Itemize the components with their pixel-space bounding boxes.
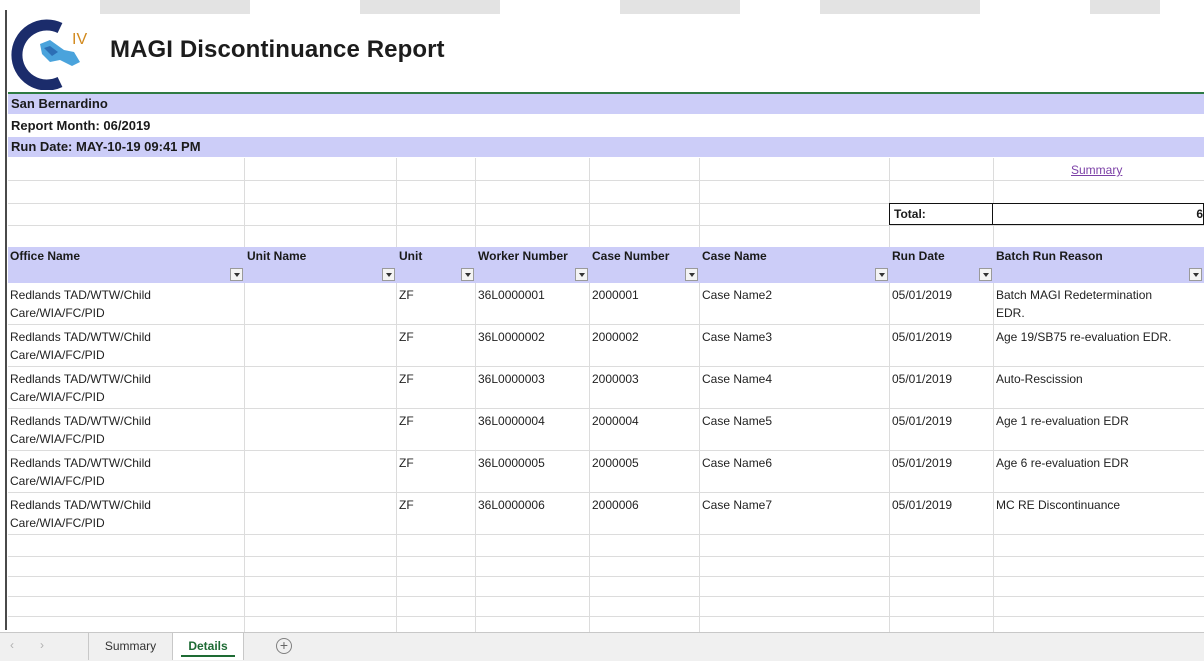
column-header-unit: Unit xyxy=(397,247,476,283)
unit-cell: ZF xyxy=(399,456,414,470)
run-date-cell: 05/01/2019 xyxy=(892,330,953,344)
case-name-cell: Case Name2 xyxy=(702,288,773,302)
case-name-cell: Case Name7 xyxy=(702,498,773,512)
tab-summary[interactable]: Summary xyxy=(88,633,172,660)
total-box: Total: 6 xyxy=(889,203,1204,225)
case-number-cell: 2000003 xyxy=(592,372,639,386)
office-name-cell: Redlands TAD/WTW/Child Care/WIA/FC/PID xyxy=(10,414,151,446)
case-number-cell: 2000002 xyxy=(592,330,639,344)
filter-dropdown-icon[interactable] xyxy=(1189,268,1202,281)
tab-details[interactable]: Details xyxy=(172,633,244,660)
unit-cell: ZF xyxy=(399,372,414,386)
worker-number-cell: 36L0000003 xyxy=(478,372,545,386)
page-title: MAGI Discontinuance Report xyxy=(110,36,445,63)
filter-dropdown-icon[interactable] xyxy=(979,268,992,281)
report-month: Report Month: 06/2019 xyxy=(11,118,151,133)
logo-text: IV xyxy=(72,31,87,48)
run-date-cell: 05/01/2019 xyxy=(892,498,953,512)
next-sheet-icon[interactable]: › xyxy=(40,638,44,652)
case-name-cell: Case Name5 xyxy=(702,414,773,428)
column-header-case-number: Case Number xyxy=(590,247,700,283)
run-date-cell: 05/01/2019 xyxy=(892,372,953,386)
filter-dropdown-icon[interactable] xyxy=(230,268,243,281)
worker-number-cell: 36L0000004 xyxy=(478,414,545,428)
office-name-cell: Redlands TAD/WTW/Child Care/WIA/FC/PID xyxy=(10,498,151,530)
worker-number-cell: 36L0000001 xyxy=(478,288,545,302)
column-header-case-name: Case Name xyxy=(700,247,890,283)
case-name-cell: Case Name3 xyxy=(702,330,773,344)
filter-dropdown-icon[interactable] xyxy=(461,268,474,281)
case-number-cell: 2000005 xyxy=(592,456,639,470)
filter-dropdown-icon[interactable] xyxy=(685,268,698,281)
table-row[interactable]: Redlands TAD/WTW/Child Care/WIA/FC/PID ZF… xyxy=(8,494,1204,536)
column-header-unit-name: Unit Name xyxy=(245,247,397,283)
table-row[interactable]: Redlands TAD/WTW/Child Care/WIA/FC/PID ZF… xyxy=(8,410,1204,452)
prev-sheet-icon[interactable]: ‹ xyxy=(10,638,14,652)
filter-dropdown-icon[interactable] xyxy=(875,268,888,281)
worker-number-cell: 36L0000005 xyxy=(478,456,545,470)
case-number-cell: 2000006 xyxy=(592,498,639,512)
total-label: Total: xyxy=(894,207,926,221)
unit-cell: ZF xyxy=(399,288,414,302)
filter-dropdown-icon[interactable] xyxy=(575,268,588,281)
run-date-cell: 05/01/2019 xyxy=(892,288,953,302)
column-header-batch-run-reason: Batch Run Reason xyxy=(994,247,1204,283)
office-name-cell: Redlands TAD/WTW/Child Care/WIA/FC/PID xyxy=(10,330,151,362)
office-name-cell: Redlands TAD/WTW/Child Care/WIA/FC/PID xyxy=(10,372,151,404)
run-date-cell: 05/01/2019 xyxy=(892,414,953,428)
batch-run-reason-cell: Batch MAGI Redetermination EDR. xyxy=(996,288,1153,320)
unit-cell: ZF xyxy=(399,498,414,512)
run-date-bar: Run Date: MAY-10-19 09:41 PM xyxy=(8,137,1204,157)
worker-number-cell: 36L0000002 xyxy=(478,330,545,344)
add-sheet-icon[interactable]: + xyxy=(276,638,292,654)
case-number-cell: 2000001 xyxy=(592,288,639,302)
unit-cell: ZF xyxy=(399,414,414,428)
unit-cell: ZF xyxy=(399,330,414,344)
civ-logo-icon: IV xyxy=(11,19,87,90)
batch-run-reason-cell: Age 6 re-evaluation EDR xyxy=(996,456,1129,470)
office-name-cell: Redlands TAD/WTW/Child Care/WIA/FC/PID xyxy=(10,288,151,320)
table-row[interactable]: Redlands TAD/WTW/Child Care/WIA/FC/PID ZF… xyxy=(8,284,1204,326)
case-number-cell: 2000004 xyxy=(592,414,639,428)
column-header-worker-number: Worker Number xyxy=(476,247,590,283)
run-date-cell: 05/01/2019 xyxy=(892,456,953,470)
sheet-tab-bar: ‹ › Summary Details + xyxy=(0,632,1204,661)
county-bar: San Bernardino xyxy=(8,94,1204,114)
summary-link[interactable]: Summary xyxy=(1071,163,1122,177)
batch-run-reason-cell: Age 19/SB75 re-evaluation EDR. xyxy=(996,330,1172,344)
table-row[interactable]: Redlands TAD/WTW/Child Care/WIA/FC/PID ZF… xyxy=(8,368,1204,410)
case-name-cell: Case Name4 xyxy=(702,372,773,386)
column-header-run-date: Run Date xyxy=(890,247,994,283)
table-row[interactable]: Redlands TAD/WTW/Child Care/WIA/FC/PID ZF… xyxy=(8,326,1204,368)
batch-run-reason-cell: MC RE Discontinuance xyxy=(996,498,1121,512)
table-row[interactable]: Redlands TAD/WTW/Child Care/WIA/FC/PID ZF… xyxy=(8,452,1204,494)
office-name-cell: Redlands TAD/WTW/Child Care/WIA/FC/PID xyxy=(10,456,151,488)
filter-dropdown-icon[interactable] xyxy=(382,268,395,281)
sheet-left-border xyxy=(5,10,7,630)
case-name-cell: Case Name6 xyxy=(702,456,773,470)
report-header: IV MAGI Discontinuance Report xyxy=(0,0,1204,92)
column-header-office-name: Office Name xyxy=(8,247,245,283)
total-value: 6 xyxy=(1196,207,1203,221)
batch-run-reason-cell: Age 1 re-evaluation EDR xyxy=(996,414,1129,428)
batch-run-reason-cell: Auto-Rescission xyxy=(996,372,1083,386)
worker-number-cell: 36L0000006 xyxy=(478,498,545,512)
